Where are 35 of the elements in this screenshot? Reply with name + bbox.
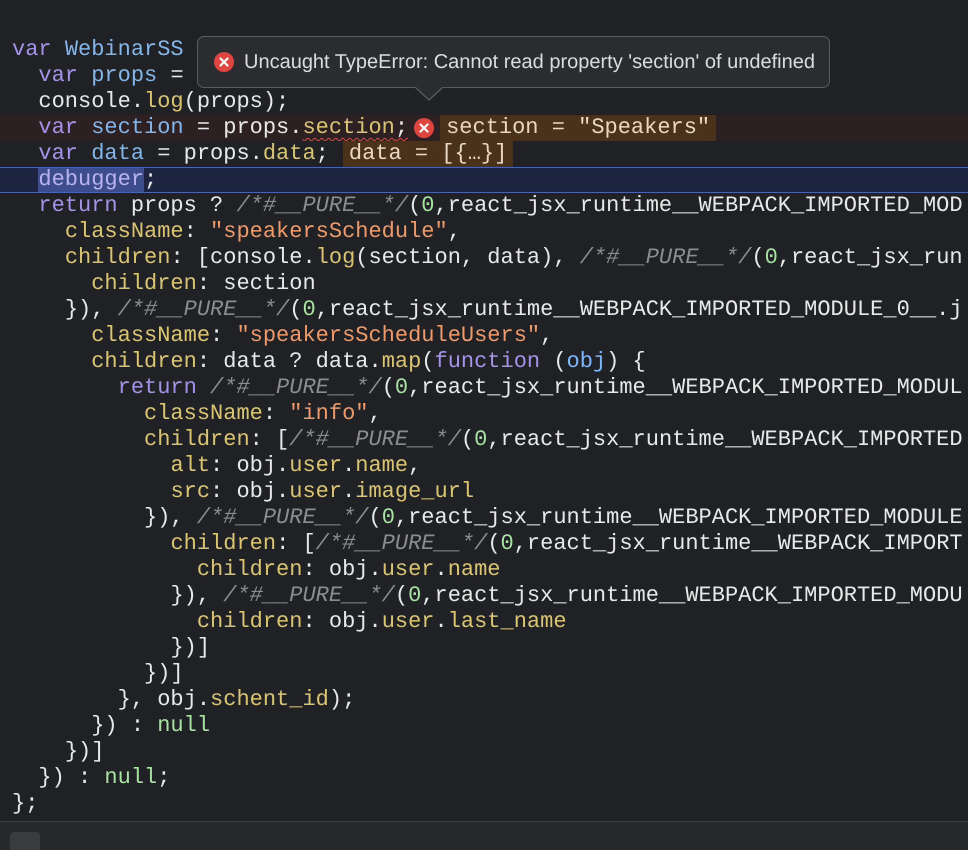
code-line: return /*#__PURE__*/(0,react_jsx_runtime__WEBPACK_IMPORTED_MODUL — [116, 375, 963, 401]
error-icon[interactable] — [414, 118, 434, 138]
code-line: }, obj.schent_id); — [116, 687, 356, 713]
code-line: children: obj.user.last_name — [196, 609, 567, 635]
code-line: })] — [143, 661, 184, 687]
code-line: var WebinarSS — [12, 37, 184, 63]
code-line: return props ? /*#__PURE__*/(0,react_jsx_runtime__WEBPACK_IMPORTED_MOD — [37, 193, 963, 219]
error-icon — [214, 52, 234, 72]
inline-value: data = [{…}] — [342, 141, 514, 167]
code-line: }) : null; — [37, 765, 170, 791]
code-line: children: section — [90, 271, 316, 297]
error-message: Uncaught TypeError: Cannot read property 'section' of undefined — [244, 50, 815, 74]
code-line: children: [/*#__PURE__*/(0,react_jsx_runtime__WEBPACK_IMPORTED — [143, 427, 963, 453]
code-line: var data = props.data; — [37, 141, 329, 167]
code-line: children: data ? data.map(function (obj) { — [90, 349, 646, 375]
code-line: className: "speakersSchedule", — [64, 219, 461, 245]
code-line: children: [console.log(section, data), /*#__PURE__*/(0,react_jsx_run — [64, 245, 963, 271]
code-line: var props = — [37, 63, 184, 89]
code-line: }; — [12, 791, 38, 817]
code-line: src: obj.user.image_url — [169, 479, 474, 505]
code-line: console.log(props); — [37, 89, 290, 115]
code-line: var section = props.section; — [37, 115, 408, 141]
code-line: className: "info", — [143, 401, 382, 427]
code-line: }), /*#__PURE__*/(0,react_jsx_runtime__WEBPACK_IMPORTED_MODULE_0__.j — [64, 297, 963, 323]
inline-value: section = "Speakers" — [440, 115, 716, 141]
code-line: })] — [169, 635, 210, 661]
code-line: children: [/*#__PURE__*/(0,react_jsx_runtime__WEBPACK_IMPORT — [169, 531, 963, 557]
code-line: className: "speakersScheduleUsers", — [90, 323, 554, 349]
code-line: alt: obj.user.name, — [169, 453, 422, 479]
code-line: }), /*#__PURE__*/(0,react_jsx_runtime__WEBPACK_IMPORTED_MODU — [169, 583, 963, 609]
code-line: }) : null — [90, 713, 210, 739]
code-line: }), /*#__PURE__*/(0,react_jsx_runtime__WEBPACK_IMPORTED_MODULE — [143, 505, 963, 531]
horizontal-scrollbar[interactable] — [0, 821, 968, 850]
code-line: })] — [64, 739, 104, 765]
code-line: children: obj.user.name — [196, 557, 501, 583]
